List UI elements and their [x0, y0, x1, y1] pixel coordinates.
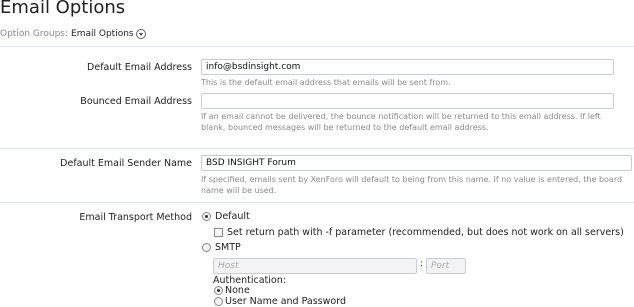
option-groups-selector[interactable]: Email Options: [71, 29, 134, 39]
page-title: Email Options: [0, 0, 126, 18]
auth-none-label[interactable]: None: [225, 285, 250, 296]
transport-smtp-label[interactable]: SMTP: [215, 242, 241, 253]
auth-none-radio[interactable]: [214, 286, 223, 295]
option-groups: Option Groups: Email Options: [0, 26, 146, 41]
return-path-checkbox[interactable]: [214, 228, 223, 237]
host-port-separator: :: [420, 259, 424, 269]
return-path-label[interactable]: Set return path with -f parameter (recom…: [227, 227, 624, 238]
sender-name-label: Default Email Sender Name: [60, 158, 192, 169]
sender-name-field[interactable]: BSD INSIGHT Forum: [201, 155, 632, 171]
sender-name-hint: If specified, emails sent by XenForo wil…: [201, 175, 623, 195]
bounced-email-hint: If an email cannot be delivered, the bou…: [201, 112, 601, 132]
transport-smtp-radio[interactable]: [202, 243, 211, 252]
bounced-email-field[interactable]: [201, 93, 614, 109]
divider: [0, 202, 634, 203]
transport-label: Email Transport Method: [79, 212, 192, 223]
divider: [0, 46, 634, 47]
default-email-field[interactable]: info@bsdinsight.com: [201, 59, 614, 75]
default-email-hint: This is the default email address that e…: [201, 78, 451, 87]
chevron-down-icon[interactable]: [135, 28, 146, 39]
divider: [0, 148, 634, 149]
smtp-host-field[interactable]: Host: [213, 258, 417, 274]
option-groups-label: Option Groups:: [0, 28, 69, 39]
auth-userpass-label[interactable]: User Name and Password: [225, 296, 346, 307]
smtp-port-field[interactable]: Port: [426, 258, 466, 274]
auth-userpass-radio[interactable]: [214, 297, 223, 306]
transport-default-radio[interactable]: [202, 212, 211, 221]
default-email-label: Default Email Address: [87, 62, 192, 73]
bounced-email-label: Bounced Email Address: [80, 96, 192, 107]
transport-default-label[interactable]: Default: [215, 211, 250, 222]
